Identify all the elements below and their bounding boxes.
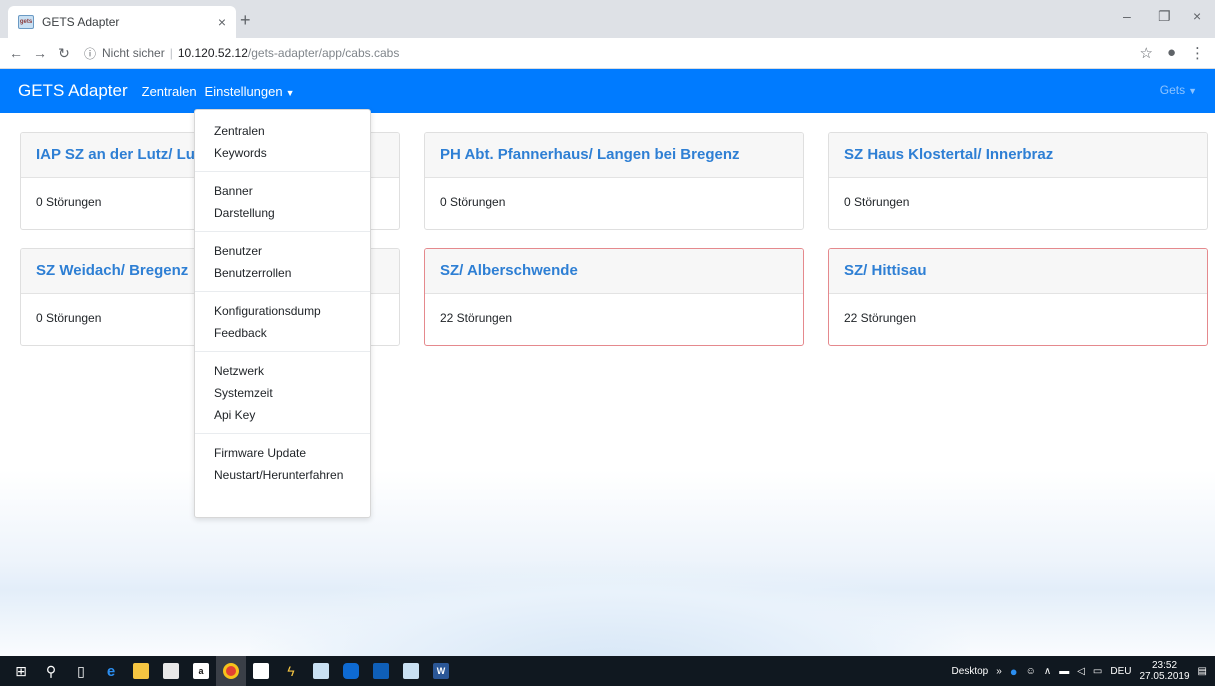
menu-kebab-icon[interactable]: ⋮	[1190, 44, 1205, 62]
url-path: /gets-adapter/app/cabs.cabs	[247, 46, 400, 60]
menu-item-darstellung[interactable]: Darstellung	[195, 202, 370, 224]
menu-item-benutzerrollen[interactable]: Benutzerrollen	[195, 262, 370, 284]
nav-dropdown-einstellungen[interactable]: Einstellungen ▼	[205, 84, 295, 99]
clock-time: 23:52	[1152, 660, 1178, 671]
station-card-status: 22 Störungen	[440, 311, 513, 325]
tray-overflow-icon[interactable]: ∧	[1044, 666, 1051, 677]
window-maximize-button[interactable]: ❐	[1158, 8, 1171, 25]
station-card-title[interactable]: PH Abt. Pfannerhaus/ Langen bei Bregenz	[425, 133, 803, 178]
caret-down-icon: ▼	[285, 87, 295, 98]
menu-item-systemzeit[interactable]: Systemzeit	[195, 382, 370, 404]
nav-link-zentralen[interactable]: Zentralen	[142, 84, 197, 99]
caret-down-icon: ▼	[1188, 86, 1197, 96]
menu-item-zentralen[interactable]: Zentralen	[195, 120, 370, 142]
info-icon[interactable]: ⓘ	[84, 45, 96, 62]
station-card[interactable]: SZ Haus Klostertal/ Innerbraz 0 Störunge…	[828, 132, 1208, 230]
desktop-toolbar-label[interactable]: Desktop	[952, 666, 989, 677]
new-tab-button[interactable]: +	[240, 10, 251, 31]
brand-logo-text[interactable]: GETS Adapter	[18, 81, 128, 101]
bolt-icon[interactable]: ϟ	[276, 656, 306, 686]
station-card-title[interactable]: SZ/ Alberschwende	[425, 249, 803, 294]
menu-item-api-key[interactable]: Api Key	[195, 404, 370, 426]
keyboard-icon[interactable]: ▭	[1093, 666, 1102, 677]
background-swirl-highlight	[250, 560, 970, 670]
station-card-title[interactable]: SZ/ Hittisau	[829, 249, 1207, 294]
menu-item-firmware-update[interactable]: Firmware Update	[195, 442, 370, 464]
einstellungen-dropdown-menu: Zentralen Keywords Banner Darstellung Be…	[194, 109, 371, 518]
nav-user-dropdown[interactable]: Gets ▼	[1160, 83, 1197, 97]
menu-item-konfigurationsdump[interactable]: Konfigurationsdump	[195, 300, 370, 322]
tab-close-icon[interactable]: ×	[218, 14, 226, 30]
amazon-icon[interactable]: a	[186, 656, 216, 686]
browser-tabbar: gets GETS Adapter × + – ❐ ×	[0, 0, 1215, 38]
app-navbar: GETS Adapter Zentralen Einstellungen ▼ Ge…	[0, 69, 1215, 113]
menu-item-keywords[interactable]: Keywords	[195, 142, 370, 164]
gets-favicon-icon: gets	[18, 15, 34, 29]
back-arrow-icon[interactable]: ←	[4, 45, 28, 61]
reload-icon[interactable]: ↻	[52, 45, 76, 62]
menu-divider	[195, 231, 370, 232]
menu-divider	[195, 291, 370, 292]
edge-icon[interactable]: e	[96, 656, 126, 686]
taskbar-clock[interactable]: 23:52 27.05.2019	[1139, 660, 1189, 682]
browser-tab[interactable]: gets GETS Adapter ×	[8, 6, 236, 38]
station-card-alarm[interactable]: SZ/ Hittisau 22 Störungen	[828, 248, 1208, 346]
menu-item-benutzer[interactable]: Benutzer	[195, 240, 370, 262]
menu-item-feedback[interactable]: Feedback	[195, 322, 370, 344]
url-field[interactable]: ⓘ Nicht sicher | 10.120.52.12 /gets-adap…	[84, 45, 399, 62]
profile-icon[interactable]: ●	[1167, 44, 1176, 62]
url-security-label: Nicht sicher	[102, 46, 165, 60]
station-card-title[interactable]: SZ Haus Klostertal/ Innerbraz	[829, 133, 1207, 178]
menu-divider	[195, 351, 370, 352]
file-explorer-icon[interactable]	[126, 656, 156, 686]
menu-item-banner[interactable]: Banner	[195, 180, 370, 202]
url-separator: |	[169, 46, 173, 60]
forward-arrow-icon[interactable]: →	[28, 45, 52, 61]
mail-icon[interactable]	[246, 656, 276, 686]
station-card-status: 22 Störungen	[844, 311, 917, 325]
bookmark-star-icon[interactable]: ☆	[1139, 44, 1152, 62]
nav-link-einstellungen-label: Einstellungen	[204, 83, 283, 99]
window-close-button[interactable]: ×	[1193, 8, 1201, 24]
notification-icon[interactable]: ▤	[1198, 666, 1207, 677]
menu-divider	[195, 171, 370, 172]
menu-divider	[195, 433, 370, 434]
station-card-status: 0 Störungen	[844, 195, 910, 209]
store-icon[interactable]	[156, 656, 186, 686]
chevron-right-icon[interactable]: »	[996, 666, 1002, 677]
network-icon[interactable]: ▬	[1059, 666, 1069, 677]
chrome-icon[interactable]	[216, 656, 246, 686]
system-tray: Desktop » ● ☺ ∧ ▬ ◁ ▭ DEU 23:52 27.05.20…	[952, 656, 1215, 686]
nav-user-label: Gets	[1159, 83, 1186, 97]
window-minimize-button[interactable]: –	[1123, 8, 1131, 24]
url-host: 10.120.52.12	[177, 46, 248, 60]
station-card-status: 0 Störungen	[440, 195, 506, 209]
people-icon[interactable]: ☺	[1026, 666, 1036, 677]
clock-date: 27.05.2019	[1139, 671, 1190, 682]
tab-title: GETS Adapter	[42, 15, 120, 29]
windows-start-icon[interactable]: ⊞	[6, 656, 36, 686]
gets-app-icon[interactable]	[306, 656, 336, 686]
word-icon[interactable]: W	[426, 656, 456, 686]
menu-item-netzwerk[interactable]: Netzwerk	[195, 360, 370, 382]
menu-item-neustart-herunterfahren[interactable]: Neustart/Herunterfahren	[195, 464, 370, 486]
help-icon[interactable]: ●	[1010, 664, 1018, 679]
browser-addressbar: ← → ↻ ⓘ Nicht sicher | 10.120.52.12 /get…	[0, 38, 1215, 69]
station-card[interactable]: PH Abt. Pfannerhaus/ Langen bei Bregenz …	[424, 132, 804, 230]
volume-icon[interactable]: ◁	[1077, 666, 1085, 677]
gets-app-2-icon[interactable]	[396, 656, 426, 686]
teamviewer-icon[interactable]	[336, 656, 366, 686]
task-view-icon[interactable]: ▯	[66, 656, 96, 686]
search-icon[interactable]: ⚲	[36, 656, 66, 686]
windows-taskbar: ⊞ ⚲ ▯ e a ϟ W Desktop » ● ☺ ∧ ▬ ◁ ▭ DEU …	[0, 656, 1215, 686]
outlook-icon[interactable]	[366, 656, 396, 686]
station-card-alarm[interactable]: SZ/ Alberschwende 22 Störungen	[424, 248, 804, 346]
language-indicator[interactable]: DEU	[1110, 666, 1131, 677]
